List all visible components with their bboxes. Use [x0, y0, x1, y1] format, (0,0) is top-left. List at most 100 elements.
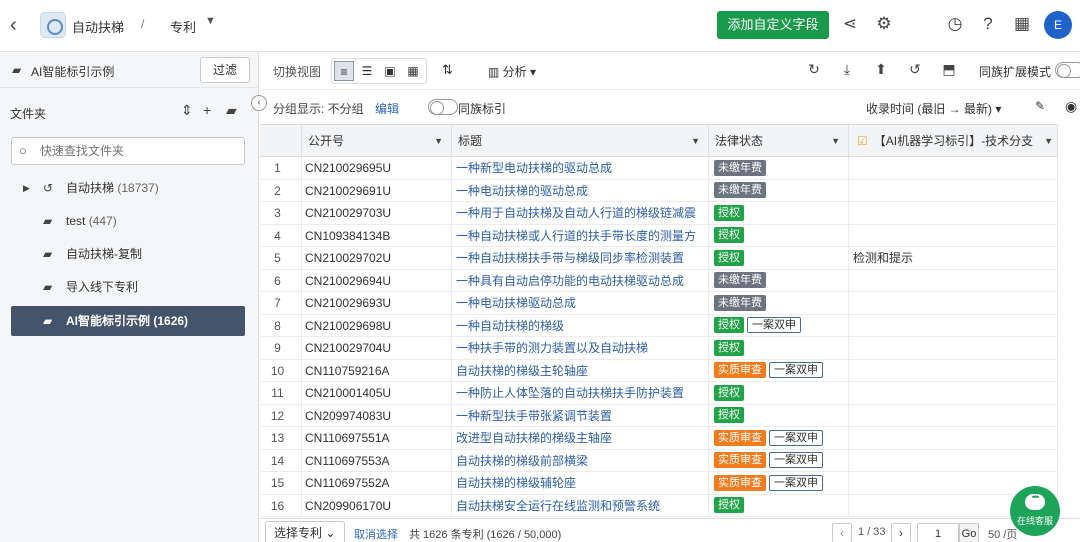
family-index-toggle[interactable] — [428, 99, 458, 115]
patent-title-link[interactable]: 一种具有自动启停功能的电动扶梯驱动总成 — [452, 269, 709, 292]
patent-title-link[interactable]: 一种用于自动扶梯及自动人行道的梯级链减震 — [452, 202, 709, 224]
family-expand-toggle[interactable] — [1055, 62, 1080, 78]
publication-number[interactable]: CN210029698U — [302, 314, 452, 337]
tech-branch-cell[interactable] — [849, 359, 1058, 382]
publication-number[interactable]: CN209974083U — [302, 404, 452, 427]
row-index[interactable]: 11 — [260, 382, 302, 404]
apps-grid-icon[interactable]: ▦ — [1011, 14, 1033, 34]
patent-title-link[interactable]: 一种自动扶梯或人行道的扶手带长度的测量方 — [452, 224, 709, 247]
publication-number[interactable]: CN210029704U — [302, 337, 452, 359]
row-index[interactable]: 5 — [260, 247, 302, 269]
tech-branch-cell[interactable] — [849, 404, 1058, 427]
caret-down-icon[interactable]: ▼ — [691, 125, 700, 157]
tech-branch-cell[interactable] — [849, 314, 1058, 337]
publication-number[interactable]: CN110759216A — [302, 359, 452, 382]
tech-branch-cell[interactable] — [849, 179, 1058, 202]
publication-number[interactable]: CN210029695U — [302, 157, 452, 179]
filter-button[interactable]: 过滤 — [200, 57, 250, 83]
tech-branch-cell[interactable] — [849, 157, 1058, 179]
table-row[interactable]: 2 CN210029691U 一种电动扶梯的驱动总成 未缴年费 — [260, 179, 1058, 202]
row-index[interactable]: 13 — [260, 427, 302, 449]
per-page-label[interactable]: 50 /页 — [988, 526, 1017, 542]
table-row[interactable]: 8 CN210029698U 一种自动扶梯的梯级 授权 一案双申 — [260, 314, 1058, 337]
prev-page-button[interactable]: ‹ — [832, 523, 852, 542]
caret-right-icon[interactable]: ▶ — [23, 173, 30, 203]
patent-title-link[interactable]: 一种扶手带的测力装置以及自动扶梯 — [452, 337, 709, 359]
row-index[interactable]: 2 — [260, 179, 302, 202]
ai-refresh-icon[interactable]: ↻ — [804, 61, 824, 78]
tech-branch-cell[interactable] — [849, 202, 1058, 224]
table-row[interactable]: 6 CN210029694U 一种具有自动启停功能的电动扶梯驱动总成 未缴年费 — [260, 269, 1058, 292]
row-index[interactable]: 9 — [260, 337, 302, 359]
avatar[interactable]: E — [1044, 11, 1072, 39]
tech-branch-cell[interactable] — [849, 382, 1058, 404]
tech-branch-cell[interactable] — [849, 269, 1058, 292]
patent-title-link[interactable]: 一种新型电动扶梯的驱动总成 — [452, 157, 709, 179]
tech-branch-cell[interactable]: 检测和提示 — [849, 247, 1058, 269]
analyze-menu[interactable]: ▥ 分析 ▾ — [488, 63, 536, 80]
folder-item-imported[interactable]: ▰ 导入线下专利 — [11, 272, 245, 302]
caret-down-icon[interactable]: ▼ — [831, 125, 840, 157]
table-row[interactable]: 16 CN209906170U 自动扶梯安全运行在线监测和预警系统 授权 — [260, 494, 1058, 517]
table-row[interactable]: 3 CN210029703U 一种用于自动扶梯及自动人行道的梯级链减震 授权 — [260, 202, 1058, 225]
publication-number[interactable]: CN110697553A — [302, 449, 452, 472]
publication-number[interactable]: CN210029694U — [302, 269, 452, 292]
eye-icon[interactable]: ◉ — [1065, 98, 1077, 115]
publication-number[interactable]: CN210001405U — [302, 382, 452, 404]
publication-number[interactable]: CN210029703U — [302, 202, 452, 224]
plus-icon[interactable]: + — [203, 102, 211, 118]
patent-title-link[interactable]: 一种自动扶梯扶手带与梯级同步率检测装置 — [452, 247, 709, 269]
folder-item-test[interactable]: ▰ test (447) — [11, 206, 245, 236]
add-custom-field-button[interactable]: 添加自定义字段 — [717, 11, 829, 39]
history-icon[interactable]: ↺ — [905, 61, 925, 78]
folder-item-escalator-copy[interactable]: ▰ 自动扶梯-复制 — [11, 239, 245, 269]
table-row[interactable]: 1 CN210029695U 一种新型电动扶梯的驱动总成 未缴年费 — [260, 157, 1058, 180]
breadcrumb-patent[interactable]: 专利 — [170, 17, 196, 36]
patent-title-link[interactable]: 一种电动扶梯的驱动总成 — [452, 179, 709, 202]
tech-branch-cell[interactable] — [849, 427, 1058, 449]
chevron-left-icon[interactable]: ‹ — [10, 14, 17, 37]
help-icon[interactable]: ? — [977, 14, 999, 34]
publication-number[interactable]: CN210029693U — [302, 292, 452, 314]
tech-branch-cell[interactable] — [849, 337, 1058, 359]
header-publication-number[interactable]: 公开号 ▼ — [302, 125, 452, 157]
table-row[interactable]: 7 CN210029693U 一种电动扶梯驱动总成 未缴年费 — [260, 292, 1058, 315]
patent-title-link[interactable]: 一种新型扶手带张紧调节装置 — [452, 404, 709, 427]
publication-number[interactable]: CN210029691U — [302, 179, 452, 202]
row-index[interactable]: 10 — [260, 359, 302, 382]
table-row[interactable]: 15 CN110697552A 自动扶梯的梯级辅轮座 实质审查 一案双申 — [260, 472, 1058, 495]
checkbox-icon[interactable]: ☑ — [857, 134, 868, 148]
header-tech-branch[interactable]: ☑ 【AI机器学习标引】-技术分支 ▼ — [849, 125, 1058, 157]
patent-title-link[interactable]: 一种防止人体坠落的自动扶梯扶手防护装置 — [452, 382, 709, 404]
table-row[interactable]: 4 CN109384134B 一种自动扶梯或人行道的扶手带长度的测量方 授权 — [260, 224, 1058, 247]
row-index[interactable]: 8 — [260, 314, 302, 337]
table-row[interactable]: 13 CN110697551A 改进型自动扶梯的梯级主轴座 实质审查 一案双申 — [260, 427, 1058, 450]
patent-title-link[interactable]: 自动扶梯的梯级辅轮座 — [452, 472, 709, 494]
publication-number[interactable]: CN210029702U — [302, 247, 452, 269]
row-index[interactable]: 6 — [260, 269, 302, 292]
row-index[interactable]: 1 — [260, 157, 302, 179]
row-index[interactable]: 14 — [260, 449, 302, 472]
tech-branch-cell[interactable] — [849, 449, 1058, 472]
patent-title-link[interactable]: 自动扶梯安全运行在线监测和预警系统 — [452, 494, 709, 517]
row-index[interactable]: 7 — [260, 292, 302, 314]
row-index[interactable]: 15 — [260, 472, 302, 494]
tech-branch-cell[interactable] — [849, 224, 1058, 247]
folder-item-escalator[interactable]: ▶ ↺ 自动扶梯 (18737) — [11, 173, 245, 203]
publication-number[interactable]: CN110697551A — [302, 427, 452, 449]
caret-down-icon[interactable]: ▼ — [434, 125, 443, 157]
gear-icon[interactable]: ⚙ — [873, 14, 895, 34]
export-icon[interactable]: ⬆ — [871, 61, 891, 78]
folder-search[interactable]: ○ — [11, 137, 245, 165]
patent-title-link[interactable]: 自动扶梯的梯级前部横梁 — [452, 449, 709, 472]
column-sort-icon[interactable]: ⇅ — [442, 62, 453, 78]
table-row[interactable]: 12 CN209974083U 一种新型扶手带张紧调节装置 授权 — [260, 404, 1058, 427]
table-row[interactable]: 14 CN110697553A 自动扶梯的梯级前部横梁 实质审查 一案双申 — [260, 449, 1058, 472]
folder-settings-icon[interactable]: ▰ — [226, 102, 237, 119]
go-button[interactable]: Go — [959, 523, 979, 542]
download-icon[interactable]: ⤓ — [837, 61, 857, 78]
group-edit-link[interactable]: 编辑 — [375, 100, 399, 117]
select-patents-dropdown[interactable]: 选择专利 ⌄ — [265, 521, 345, 542]
image-view-icon[interactable]: ▣ — [380, 61, 400, 81]
page-input[interactable]: 1 — [917, 523, 959, 542]
